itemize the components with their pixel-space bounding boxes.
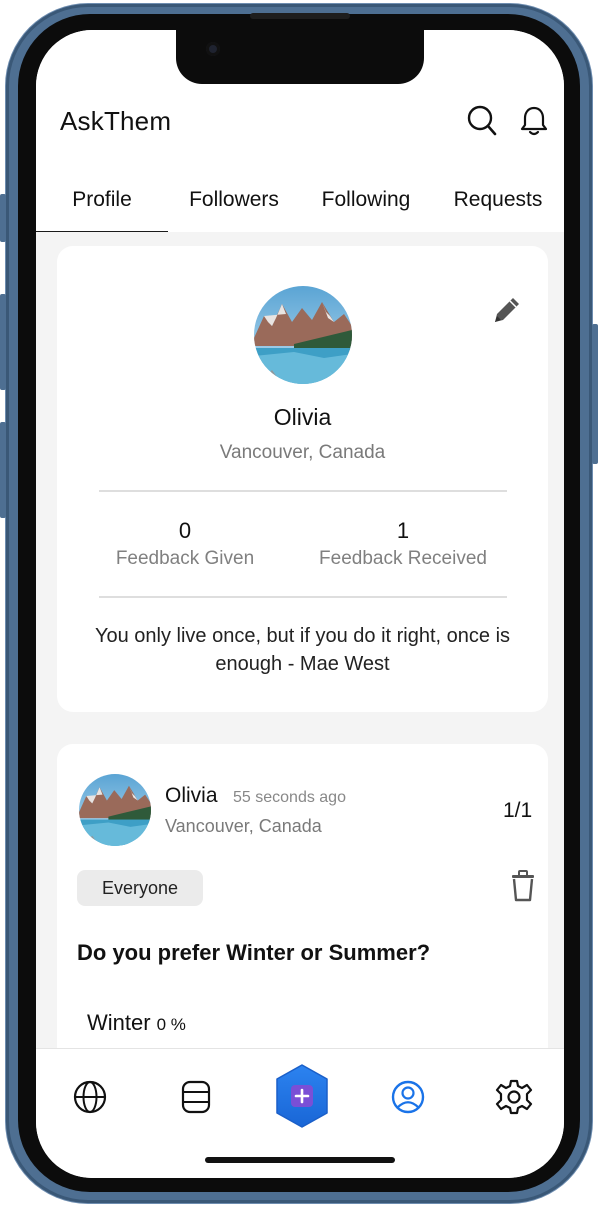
post-author-name[interactable]: Olivia bbox=[165, 784, 218, 808]
home-indicator[interactable] bbox=[205, 1157, 395, 1163]
profile-card: Olivia Vancouver, Canada 0 Feedback Give… bbox=[57, 246, 548, 712]
tab-profile[interactable]: Profile bbox=[36, 178, 168, 234]
add-post-button[interactable] bbox=[274, 1063, 330, 1129]
profile-quote: You only live once, but if you do it rig… bbox=[94, 625, 511, 675]
stat-label: Feedback Given bbox=[115, 548, 255, 569]
post-card: Olivia 55 seconds ago Vancouver, Canada … bbox=[57, 744, 548, 1074]
poll-question: Do you prefer Winter or Summer? bbox=[77, 940, 431, 965]
post-author-location: Vancouver, Canada bbox=[165, 816, 322, 836]
stat-feedback-received: 1 Feedback Received bbox=[303, 518, 503, 570]
audience-badge: Everyone bbox=[77, 870, 203, 906]
profile-tabs: Profile Followers Following Requests bbox=[36, 178, 564, 234]
tab-requests[interactable]: Requests bbox=[432, 178, 564, 232]
delete-icon[interactable] bbox=[510, 870, 536, 902]
post-timestamp: 55 seconds ago bbox=[233, 789, 346, 806]
feed-icon[interactable] bbox=[176, 1077, 216, 1117]
globe-icon[interactable] bbox=[70, 1077, 110, 1117]
poll-option-percent: 0 % bbox=[156, 1015, 186, 1034]
profile-name: Olivia bbox=[273, 404, 332, 430]
search-icon[interactable] bbox=[466, 104, 498, 138]
notch bbox=[176, 30, 424, 84]
tab-following[interactable]: Following bbox=[300, 178, 432, 232]
profile-location: Vancouver, Canada bbox=[219, 442, 386, 463]
front-camera bbox=[206, 42, 220, 56]
content-area: Olivia Vancouver, Canada 0 Feedback Give… bbox=[36, 232, 564, 1074]
profile-icon[interactable] bbox=[388, 1077, 428, 1117]
post-author-avatar[interactable] bbox=[79, 774, 151, 846]
divider bbox=[99, 490, 507, 492]
bell-icon[interactable] bbox=[518, 104, 550, 138]
post-counter: 1/1 bbox=[503, 799, 533, 822]
stat-label: Feedback Received bbox=[319, 548, 487, 569]
stat-value: 1 bbox=[396, 518, 410, 543]
stat-value: 0 bbox=[178, 518, 192, 543]
poll-option[interactable]: Winter 0 % bbox=[87, 1010, 186, 1036]
profile-avatar[interactable] bbox=[254, 286, 352, 384]
poll-option-label: Winter bbox=[87, 1010, 151, 1035]
speaker-grille bbox=[250, 13, 350, 19]
settings-icon[interactable] bbox=[494, 1077, 534, 1117]
stat-feedback-given: 0 Feedback Given bbox=[85, 518, 285, 570]
app-screen: AskThem Profile Followers Following Requ… bbox=[36, 30, 564, 1178]
divider bbox=[99, 596, 507, 598]
app-title: AskThem bbox=[60, 106, 172, 136]
tab-followers[interactable]: Followers bbox=[168, 178, 300, 232]
edit-profile-icon[interactable] bbox=[491, 294, 523, 326]
bottom-nav bbox=[36, 1048, 564, 1178]
